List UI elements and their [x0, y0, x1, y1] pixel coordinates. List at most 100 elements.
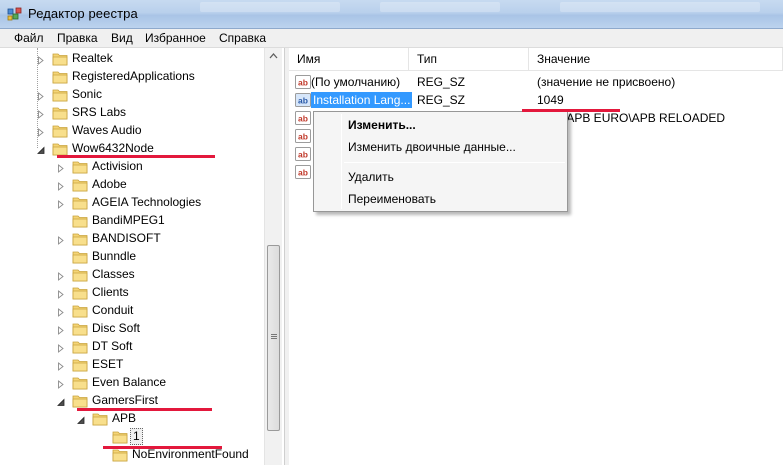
- string-value-icon: ab: [295, 110, 311, 126]
- tree-item-label: Activision: [92, 159, 143, 173]
- expand-arrow-icon[interactable]: [57, 162, 65, 173]
- background-window-ghost: [200, 2, 340, 12]
- folder-icon: [52, 105, 68, 120]
- folder-icon: [112, 429, 128, 444]
- tree-item[interactable]: 1: [0, 428, 262, 446]
- value-name: Installation Lang...: [311, 92, 413, 108]
- value-type: REG_SZ: [417, 93, 466, 107]
- folder-icon: [72, 303, 88, 318]
- menu-edit[interactable]: Правка: [56, 31, 99, 45]
- tree-item[interactable]: APB: [0, 410, 262, 428]
- collapse-arrow-icon[interactable]: [57, 396, 65, 406]
- tree-scrollbar[interactable]: [264, 48, 282, 465]
- tree-item-label: SRS Labs: [72, 105, 127, 119]
- context-menu-delete[interactable]: Удалить: [316, 166, 565, 188]
- tree-item[interactable]: Activision: [0, 158, 262, 176]
- menu-view[interactable]: Вид: [110, 31, 134, 45]
- registry-tree[interactable]: Realtek RegisteredApplications Sonic SRS La…: [0, 48, 285, 465]
- string-value-icon: ab: [295, 146, 311, 162]
- string-value-icon: ab: [295, 74, 311, 90]
- expand-arrow-icon[interactable]: [57, 306, 65, 317]
- folder-icon: [72, 267, 88, 282]
- annotation-underline: [103, 446, 222, 449]
- tree-item[interactable]: BANDISOFT: [0, 230, 262, 248]
- tree-item-label: Sonic: [72, 87, 103, 101]
- svg-text:ab: ab: [298, 168, 308, 178]
- tree-item[interactable]: Even Balance: [0, 374, 262, 392]
- value-row[interactable]: ab Installation Lang... REG_SZ 1049: [289, 91, 783, 109]
- menu-file[interactable]: Файл: [13, 31, 45, 45]
- tree-item[interactable]: Adobe: [0, 176, 262, 194]
- tree-item[interactable]: RegisteredApplications: [0, 68, 262, 86]
- tree-item-label: Even Balance: [92, 375, 167, 389]
- menu-help[interactable]: Справка: [218, 31, 267, 45]
- scroll-grip: [271, 338, 277, 339]
- tree-item[interactable]: Waves Audio: [0, 122, 262, 140]
- expand-arrow-icon[interactable]: [57, 324, 65, 335]
- folder-icon: [72, 393, 88, 408]
- tree-item-label: Adobe: [92, 177, 127, 191]
- expand-arrow-icon[interactable]: [57, 342, 65, 353]
- context-menu-modify[interactable]: Изменить...: [316, 114, 565, 136]
- tree-item[interactable]: Conduit: [0, 302, 262, 320]
- scroll-thumb[interactable]: [267, 245, 280, 431]
- svg-text:ab: ab: [298, 132, 308, 142]
- menu-favorites[interactable]: Избранное: [144, 31, 207, 45]
- expand-arrow-icon[interactable]: [57, 234, 65, 245]
- tree-item[interactable]: AGEIA Technologies: [0, 194, 262, 212]
- folder-icon: [92, 411, 108, 426]
- expand-arrow-icon[interactable]: [57, 378, 65, 389]
- expand-arrow-icon[interactable]: [57, 288, 65, 299]
- folder-icon: [72, 321, 88, 336]
- expand-arrow-icon[interactable]: [37, 126, 45, 137]
- svg-text:ab: ab: [298, 96, 308, 106]
- tree-item[interactable]: Realtek: [0, 50, 262, 68]
- tree-item[interactable]: Classes: [0, 266, 262, 284]
- value-name: (По умолчанию): [311, 75, 401, 89]
- tree-item[interactable]: Sonic: [0, 86, 262, 104]
- value-type: REG_SZ: [417, 75, 466, 89]
- tree-item[interactable]: SRS Labs: [0, 104, 262, 122]
- tree-item-label: Realtek: [72, 51, 113, 65]
- tree-item-label: BandiMPEG1: [92, 213, 165, 227]
- tree-item[interactable]: Disc Soft: [0, 320, 262, 338]
- tree-item[interactable]: Bunndle: [0, 248, 262, 266]
- tree-item[interactable]: BandiMPEG1: [0, 212, 262, 230]
- expand-arrow-icon[interactable]: [57, 180, 65, 191]
- window-title: Редактор реестра: [28, 6, 138, 21]
- expand-arrow-icon[interactable]: [57, 360, 65, 371]
- folder-icon: [72, 285, 88, 300]
- context-menu-modify-binary[interactable]: Изменить двоичные данные...: [316, 136, 565, 158]
- folder-icon: [52, 141, 68, 156]
- annotation-underline: [522, 109, 620, 112]
- context-menu-separator: [344, 162, 565, 163]
- folder-icon: [72, 249, 88, 264]
- scroll-grip: [271, 334, 277, 335]
- tree-item[interactable]: DT Soft: [0, 338, 262, 356]
- context-menu-rename[interactable]: Переименовать: [316, 188, 565, 210]
- tree-item-label: ESET: [92, 357, 124, 371]
- value-data: (значение не присвоено): [537, 75, 676, 89]
- expand-arrow-icon[interactable]: [37, 90, 45, 101]
- folder-icon: [52, 69, 68, 84]
- scroll-up-icon[interactable]: [265, 48, 282, 65]
- collapse-arrow-icon[interactable]: [77, 414, 85, 424]
- expand-arrow-icon[interactable]: [57, 198, 65, 209]
- svg-text:ab: ab: [298, 78, 308, 88]
- column-header-data[interactable]: Значение: [529, 48, 783, 71]
- tree-item-label: Bunndle: [92, 249, 137, 263]
- value-row[interactable]: ab (По умолчанию) REG_SZ (значение не присв…: [289, 73, 783, 91]
- tree-item[interactable]: Clients: [0, 284, 262, 302]
- annotation-underline: [57, 155, 215, 158]
- tree-item-label: DT Soft: [92, 339, 133, 353]
- column-header-type[interactable]: Тип: [409, 48, 529, 71]
- expand-arrow-icon[interactable]: [37, 108, 45, 119]
- value-data: 1049: [537, 93, 564, 107]
- tree-item-label: Classes: [92, 267, 135, 281]
- tree-item[interactable]: ESET: [0, 356, 262, 374]
- column-header-name[interactable]: Имя: [289, 48, 409, 71]
- registry-editor-icon: [7, 7, 22, 21]
- collapse-arrow-icon[interactable]: [37, 144, 45, 154]
- expand-arrow-icon[interactable]: [37, 54, 45, 65]
- expand-arrow-icon[interactable]: [57, 270, 65, 281]
